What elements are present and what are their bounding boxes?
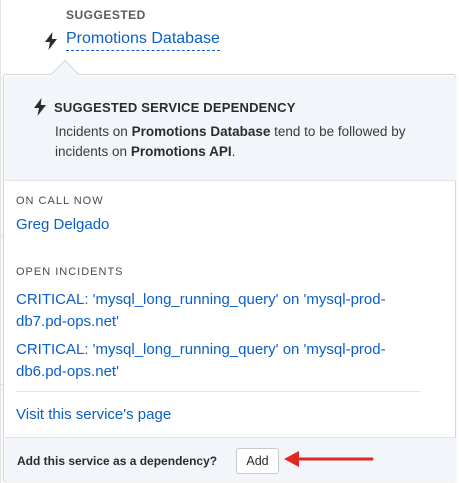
incident-link[interactable]: CRITICAL: 'mysql_long_running_query' on … [16,289,436,333]
dependency-title: SUGGESTED SERVICE DEPENDENCY [54,99,296,115]
service-popover: SUGGESTED SERVICE DEPENDENCY Incidents o… [3,74,456,482]
suggested-service-row: Promotions Database [44,30,220,51]
lightning-bolt-icon [44,31,58,50]
dependent-service-name: Promotions API [130,144,232,159]
suggested-dependency-panel: SUGGESTED SERVICE DEPENDENCY Incidents o… [5,76,456,181]
red-arrow-indicator [284,451,374,467]
incident-link[interactable]: CRITICAL: 'mysql_long_running_query' on … [16,339,436,383]
suggested-header: SUGGESTED [66,8,146,22]
visit-service-page-link[interactable]: Visit this service's page [16,404,171,426]
desc-prefix: Incidents on [55,124,132,139]
on-call-label: ON CALL NOW [16,195,104,207]
open-incidents-label: OPEN INCIDENTS [16,266,124,278]
add-dependency-question: Add this service as a dependency? [17,454,218,468]
dependency-title-row: SUGGESTED SERVICE DEPENDENCY [33,98,296,116]
background-divider [0,0,1,483]
lightning-bolt-icon [33,98,47,116]
section-divider [16,391,421,392]
desc-suffix: . [231,144,236,159]
dependency-description: Incidents on Promotions Database tend to… [55,122,415,162]
on-call-user-link[interactable]: Greg Delgado [16,214,109,236]
add-dependency-footer: Add this service as a dependency? Add [5,437,456,482]
add-dependency-button[interactable]: Add [236,448,279,474]
suggested-service-link[interactable]: Promotions Database [66,30,220,51]
source-service-name: Promotions Database [131,124,271,139]
